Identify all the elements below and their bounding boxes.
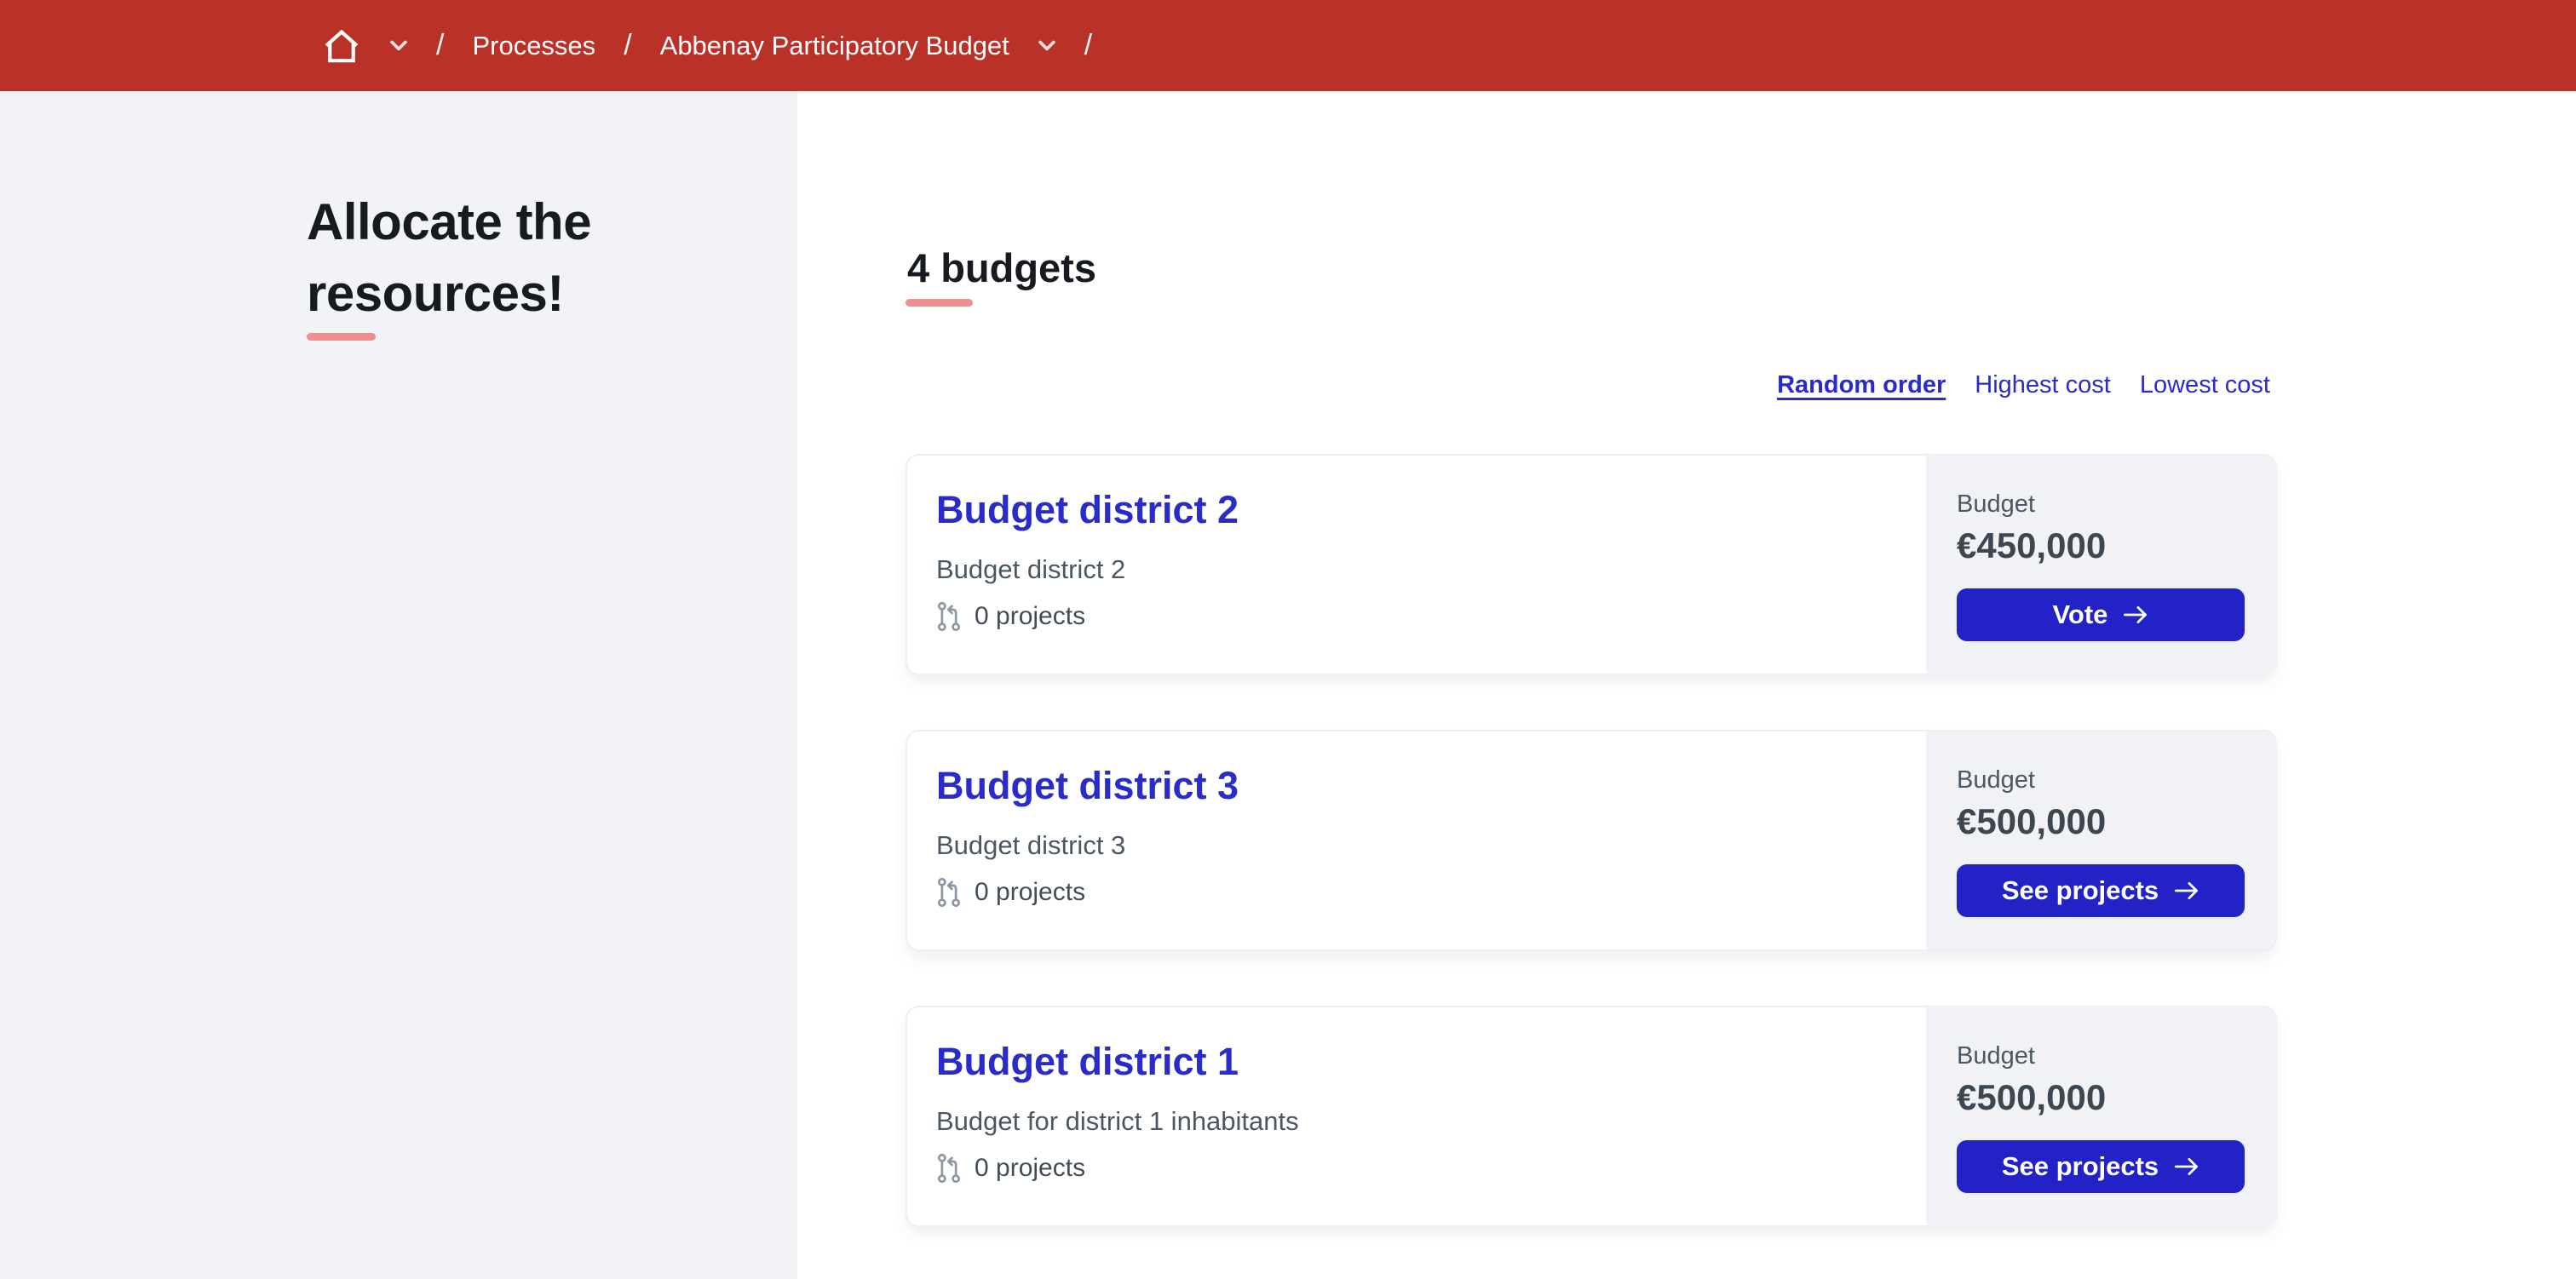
home-icon [325,29,359,62]
budget-card-title: Budget district 1 [936,1038,1892,1086]
budget-amount: €500,000 [1957,801,2107,842]
budget-card-list: Budget district 2 Budget district 2 0 pr… [906,454,2277,1228]
see-projects-button-label: See projects [2001,875,2159,905]
budget-card-description: Budget for district 1 inhabitants [936,1105,1299,1136]
projects-count-label: 0 projects [975,878,1086,907]
title-underline [307,333,376,341]
vote-button-label: Vote [2052,599,2108,629]
budget-card-title-link[interactable]: Budget district 2 [936,488,1239,531]
budget-card-body: Budget district 1 Budget for district 1 … [907,1007,1926,1225]
projects-icon [937,602,961,632]
breadcrumb-separator: / [1084,29,1093,61]
budget-card-title: Budget district 2 [936,486,1892,534]
main-content: 4 budgets Random order Highest cost Lowe… [797,91,2576,1279]
budget-card-body: Budget district 2 Budget district 2 0 pr… [907,456,1926,674]
budget-panel: Budget €500,000 See projects [1926,731,2275,950]
budget-card-title: Budget district 3 [936,762,1892,810]
sort-option-highest-cost[interactable]: Highest cost [1975,371,2111,399]
heading-underline [906,299,973,307]
breadcrumb-separator: / [624,29,632,61]
breadcrumb: / Processes / Abbenay Participatory Budg… [322,28,1092,64]
budget-card-body: Budget district 3 Budget district 3 0 pr… [907,731,1926,949]
sidebar: Allocate the resources! [0,91,797,1279]
arrow-right-icon [2175,1157,2199,1175]
home-link[interactable] [322,28,361,64]
projects-icon [937,1154,961,1184]
see-projects-button[interactable]: See projects [1957,1139,2245,1193]
chevron-down-icon [1038,40,1055,51]
breadcrumb-separator: / [436,29,445,61]
projects-count-label: 0 projects [975,1154,1086,1183]
see-projects-button[interactable]: See projects [1957,863,2245,917]
arrow-right-icon [2175,881,2199,899]
budget-panel: Budget €500,000 See projects [1926,1007,2275,1226]
page-title: Allocate the resources! [307,193,592,322]
budget-label: Budget [1957,766,2035,794]
arrow-right-icon [2124,605,2148,623]
budget-amount: €500,000 [1957,1077,2107,1118]
budgets-count-heading: 4 budgets [907,245,1096,290]
budget-panel: Budget €450,000 Vote [1926,456,2275,674]
projects-count-row: 0 projects [936,600,1892,633]
budget-card: Budget district 3 Budget district 3 0 pr… [906,730,2277,952]
budget-card: Budget district 1 Budget for district 1 … [906,1006,2277,1228]
budget-amount: €450,000 [1957,525,2107,566]
budget-card-description: Budget district 3 [936,829,1126,860]
sort-option-random-order[interactable]: Random order [1777,371,1946,399]
projects-count-row: 0 projects [936,1152,1892,1184]
budget-label: Budget [1957,490,2035,519]
sort-options: Random order Highest cost Lowest cost [906,371,2277,399]
budget-card-description: Budget district 2 [936,553,1126,584]
breadcrumb-item-abbenay-participatory-budget[interactable]: Abbenay Participatory Budget [660,31,1009,61]
page: / Processes / Abbenay Participatory Budg… [0,0,2576,1279]
projects-count-row: 0 projects [936,876,1892,909]
budget-card-title-link[interactable]: Budget district 3 [936,764,1239,807]
vote-button[interactable]: Vote [1957,588,2245,641]
budget-card: Budget district 2 Budget district 2 0 pr… [906,454,2277,676]
sort-option-lowest-cost[interactable]: Lowest cost [2140,371,2270,399]
home-dropdown-button[interactable] [389,39,408,52]
budget-label: Budget [1957,1042,2035,1070]
chevron-down-icon [390,40,407,51]
breadcrumb-item-processes[interactable]: Processes [472,31,595,61]
breadcrumb-bar: / Processes / Abbenay Participatory Budg… [0,0,2576,91]
process-dropdown-button[interactable] [1038,39,1056,52]
budget-card-title-link[interactable]: Budget district 1 [936,1040,1239,1083]
projects-icon [937,878,961,908]
projects-count-label: 0 projects [975,602,1086,631]
see-projects-button-label: See projects [2001,1150,2159,1181]
budgets-section: 4 budgets Random order Highest cost Lowe… [906,244,2277,1228]
